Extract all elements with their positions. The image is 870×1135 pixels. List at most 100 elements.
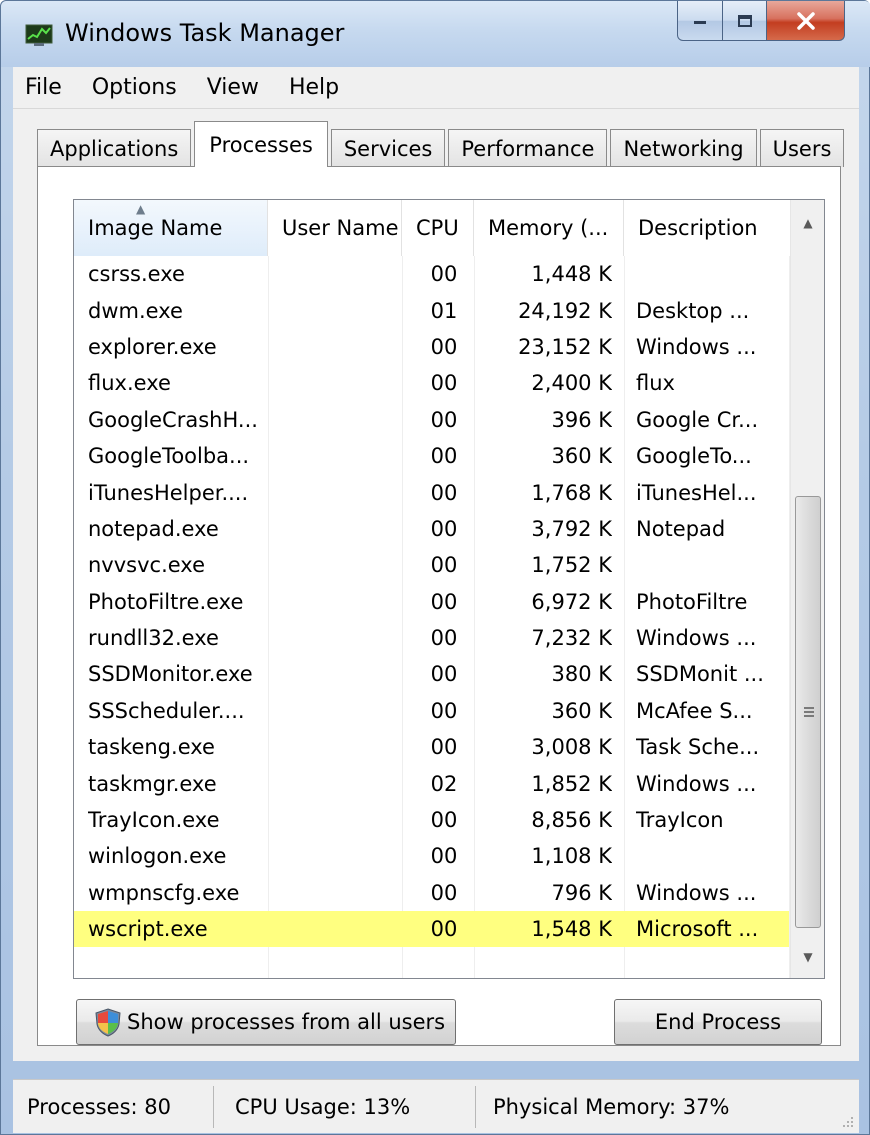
minimize-button[interactable] [677,1,723,41]
description-cell: Windows ... [636,880,757,905]
table-row[interactable]: SSScheduler.... 00 360 K McAfee S... [74,693,789,729]
tab-users[interactable]: Users [759,129,845,167]
menu-view[interactable]: View [207,75,259,100]
cpu-cell: 01 [430,298,458,323]
user-name-cell [282,693,412,729]
process-name-cell: csrss.exe [88,262,185,287]
column-user-name[interactable]: User Name [268,200,402,256]
user-name-cell [282,511,412,547]
user-name-cell [282,802,412,838]
user-name-cell [282,620,412,656]
title-bar[interactable]: Windows Task Manager [1,1,870,67]
description-cell [636,838,786,874]
process-name-cell: TrayIcon.exe [88,808,220,833]
cpu-cell: 00 [430,626,458,651]
process-list[interactable]: ▲ Image Name User Name CPU Memory (... D… [73,199,825,979]
description-cell: Google Cr... [636,407,759,432]
user-name-cell [282,438,412,474]
list-header: ▲ Image Name User Name CPU Memory (... D… [74,200,790,256]
memory-cell: 1,548 K [531,917,612,942]
user-name-cell [282,402,412,438]
description-cell: flux [636,371,675,396]
cpu-cell: 00 [430,880,458,905]
table-row[interactable]: taskeng.exe 00 3,008 K Task Sche... [74,729,789,765]
column-memory[interactable]: Memory (... [474,200,624,256]
user-name-cell [282,365,412,401]
process-name-cell: dwm.exe [88,298,183,323]
description-cell: SSDMonit ... [636,662,764,687]
table-row[interactable]: wmpnscfg.exe 00 796 K Windows ... [74,875,789,911]
menu-bar: File Options View Help [13,67,859,109]
table-row[interactable]: flux.exe 00 2,400 K flux [74,365,789,401]
cpu-cell: 00 [430,262,458,287]
column-description[interactable]: Description [624,200,790,256]
process-rows: csrss.exe 00 1,448 K dwm.exe 01 24,192 K Deskt… [74,256,789,948]
cpu-cell: 00 [430,444,458,469]
tab-performance[interactable]: Performance [448,129,608,167]
table-row[interactable]: nvvsvc.exe 00 1,752 K [74,547,789,583]
memory-cell: 3,008 K [531,735,612,760]
table-row[interactable]: notepad.exe 00 3,792 K Notepad [74,511,789,547]
column-cpu[interactable]: CPU [402,200,474,256]
table-row[interactable]: taskmgr.exe 02 1,852 K Windows ... [74,765,789,801]
show-all-users-label: Show processes from all users [127,1010,446,1034]
maximize-button[interactable] [723,1,767,41]
scroll-up-arrow-icon[interactable]: ▲ [791,206,824,240]
description-cell: Windows ... [636,334,757,359]
menu-options[interactable]: Options [92,75,177,100]
menu-file[interactable]: File [25,75,62,100]
description-cell: McAfee S... [636,698,753,723]
tab-processes[interactable]: Processes [194,121,328,167]
table-row[interactable]: PhotoFiltre.exe 00 6,972 K PhotoFiltre [74,584,789,620]
table-row[interactable]: TrayIcon.exe 00 8,856 K TrayIcon [74,802,789,838]
description-cell: Microsoft ... [636,917,759,942]
end-process-label: End Process [654,1010,782,1034]
table-row[interactable]: rundll32.exe 00 7,232 K Windows ... [74,620,789,656]
table-row[interactable]: GoogleCrashH... 00 396 K Google Cr... [74,402,789,438]
process-name-cell: GoogleToolba... [88,444,250,469]
table-row[interactable]: dwm.exe 01 24,192 K Desktop ... [74,292,789,328]
cpu-cell: 00 [430,516,458,541]
scroll-down-arrow-icon[interactable]: ▼ [791,940,824,974]
close-button[interactable] [767,1,845,41]
resize-grip-icon[interactable] [839,1113,855,1129]
table-row[interactable]: explorer.exe 00 23,152 K Windows ... [74,329,789,365]
show-all-users-button[interactable]: Show processes from all users [76,999,456,1045]
user-name-cell [282,875,412,911]
memory-cell: 1,108 K [531,844,612,869]
table-row[interactable]: SSDMonitor.exe 00 380 K SSDMonit ... [74,656,789,692]
cpu-cell: 00 [430,553,458,578]
cpu-cell: 00 [430,917,458,942]
process-name-cell: flux.exe [88,371,171,396]
tab-applications[interactable]: Applications [37,129,192,167]
tab-services[interactable]: Services [330,129,446,167]
table-row[interactable]: GoogleToolba... 00 360 K GoogleTo... [74,438,789,474]
description-cell: Task Sche... [636,735,760,760]
user-name-cell [282,474,412,510]
table-row[interactable]: wscript.exe 00 1,548 K Microsoft ... [74,911,789,948]
column-image-name-label: Image Name [88,216,223,240]
vertical-scrollbar[interactable]: ▲ ▼ [790,200,824,978]
cpu-cell: 00 [430,808,458,833]
cpu-cell: 00 [430,334,458,359]
status-bar: Processes: 80 CPU Usage: 13% Physical Me… [13,1079,859,1133]
column-image-name[interactable]: ▲ Image Name [74,200,268,256]
table-row[interactable]: csrss.exe 00 1,448 K [74,256,789,292]
end-process-button[interactable]: End Process [614,999,822,1045]
column-cpu-label: CPU [416,216,459,240]
memory-cell: 1,448 K [531,262,612,287]
status-divider [213,1086,214,1128]
user-name-cell [282,765,412,801]
user-name-cell [282,656,412,692]
user-name-cell [282,329,412,365]
close-icon [796,11,815,30]
tab-networking[interactable]: Networking [610,129,757,167]
table-row[interactable]: iTunesHelper.... 00 1,768 K iTunesHel... [74,474,789,510]
menu-help[interactable]: Help [289,75,339,100]
maximize-icon [737,14,752,27]
description-cell: Desktop ... [636,298,750,323]
cpu-cell: 00 [430,480,458,505]
table-row[interactable]: winlogon.exe 00 1,108 K [74,838,789,874]
process-name-cell: wmpnscfg.exe [88,880,240,905]
scrollbar-thumb[interactable] [795,496,821,928]
